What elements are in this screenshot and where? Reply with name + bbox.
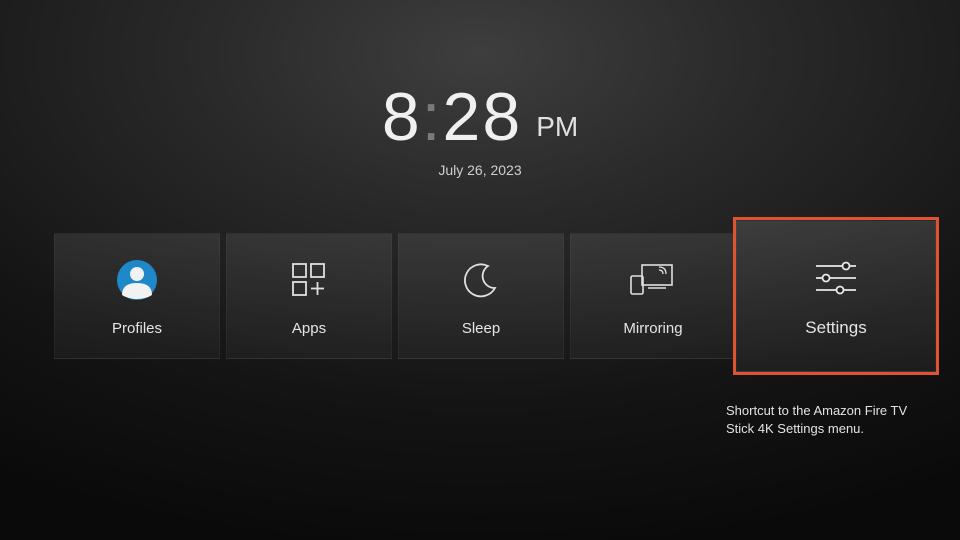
moon-icon <box>457 256 505 304</box>
clock-date: July 26, 2023 <box>0 162 960 178</box>
clock-suffix: PM <box>536 111 578 143</box>
quick-menu-tiles: Profiles Apps Sleep <box>54 233 936 372</box>
apps-icon <box>285 256 333 304</box>
tile-label: Mirroring <box>623 320 682 337</box>
tile-label: Profiles <box>112 320 162 337</box>
tile-label: Apps <box>292 320 326 337</box>
tile-apps[interactable]: Apps <box>226 233 392 359</box>
tile-settings[interactable]: Settings <box>736 220 936 372</box>
mirroring-icon <box>629 256 677 304</box>
tile-label: Sleep <box>462 320 500 337</box>
tile-label: Settings <box>805 318 866 338</box>
clock-time: 8:28 PM <box>382 78 578 156</box>
sliders-icon <box>812 254 860 302</box>
selection-caption: Shortcut to the Amazon Fire TV Stick 4K … <box>726 402 936 437</box>
clock-hour: 8 <box>382 79 422 155</box>
clock-minute: 28 <box>443 79 523 155</box>
tile-profiles[interactable]: Profiles <box>54 233 220 359</box>
profile-icon <box>113 256 161 304</box>
tile-sleep[interactable]: Sleep <box>398 233 564 359</box>
clock-hour-minute: 8:28 <box>382 78 522 156</box>
clock: 8:28 PM July 26, 2023 <box>0 78 960 178</box>
clock-colon: : <box>422 79 443 155</box>
tile-mirroring[interactable]: Mirroring <box>570 233 736 359</box>
